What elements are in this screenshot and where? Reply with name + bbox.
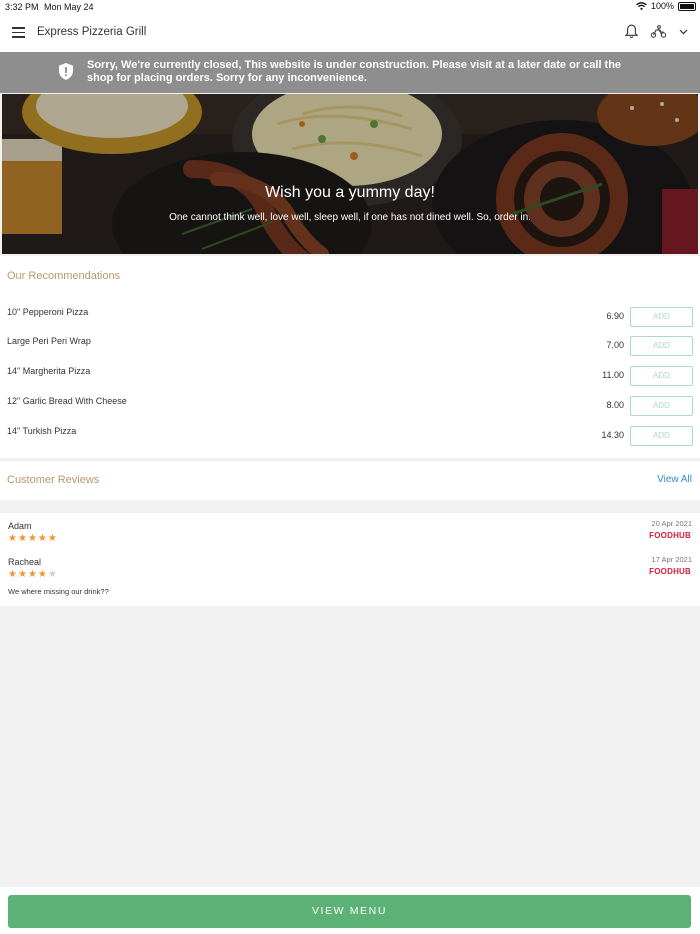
bottom-bar: VIEW MENU — [0, 887, 700, 934]
star-filled-icon: ★ — [27, 533, 37, 544]
item-price: 7.00 — [606, 340, 624, 350]
closed-notice-text: Sorry, We're currently closed, This webs… — [87, 59, 622, 84]
recommendation-item: 12" Garlic Bread With Cheese 8.00 ADD — [0, 396, 700, 424]
recommendations-title: Our Recommendations — [7, 270, 121, 282]
item-price: 14.30 — [601, 430, 624, 440]
hero-banner: Wish you a yummy day! One cannot think w… — [2, 94, 698, 254]
wifi-icon — [636, 2, 647, 10]
rating-stars: ★ ★ ★ ★ ★ — [8, 570, 57, 580]
reviews-list: Adam ★ ★ ★ ★ ★ 20 Apr 2021 FOODHUB Racheal ★… — [0, 513, 700, 606]
bell-icon[interactable] — [625, 24, 638, 39]
star-filled-icon: ★ — [37, 533, 47, 544]
status-right: 100% — [636, 1, 696, 11]
chevron-down-icon[interactable] — [679, 29, 688, 35]
add-button[interactable]: ADD — [630, 426, 693, 446]
menu-icon[interactable] — [12, 27, 25, 38]
add-button[interactable]: ADD — [630, 366, 693, 386]
review-comment: We where missing our drink?? — [8, 587, 109, 596]
recommendations-section: Our Recommendations 10" Pepperoni Pizza … — [0, 256, 700, 458]
rating-stars: ★ ★ ★ ★ ★ — [8, 534, 57, 544]
item-price: 6.90 — [606, 311, 624, 321]
closed-notice-banner: Sorry, We're currently closed, This webs… — [0, 52, 700, 93]
recommendation-item: 14" Turkish Pizza 14.30 ADD — [0, 426, 700, 454]
star-filled-icon: ★ — [47, 533, 57, 544]
restaurant-name: Express Pizzeria Grill — [37, 26, 147, 38]
star-filled-icon: ★ — [17, 569, 27, 580]
star-filled-icon: ★ — [8, 569, 17, 580]
item-price: 11.00 — [602, 370, 624, 380]
star-empty-icon: ★ — [47, 569, 57, 580]
add-button[interactable]: ADD — [630, 396, 693, 416]
view-all-link[interactable]: View All — [657, 474, 692, 485]
item-name: Large Peri Peri Wrap — [7, 336, 91, 346]
battery-percent: 100% — [650, 1, 674, 11]
recommendation-item: 14" Margherita Pizza 11.00 ADD — [0, 366, 700, 394]
add-button[interactable]: ADD — [630, 336, 693, 356]
add-button[interactable]: ADD — [630, 307, 693, 327]
header-actions — [625, 24, 688, 39]
foodhub-logo: FOODHUB — [649, 567, 691, 576]
reviews-header: Customer Reviews View All — [0, 461, 700, 500]
reviewer-name: Racheal — [8, 557, 42, 567]
hero-subline: One cannot think well, love well, sleep … — [169, 212, 531, 223]
item-name: 10" Pepperoni Pizza — [7, 307, 89, 317]
review-item: Racheal ★ ★ ★ ★ ★ 17 Apr 2021 FOODHUB We whe… — [0, 555, 700, 601]
status-date: Mon May 24 — [44, 2, 94, 12]
star-filled-icon: ★ — [27, 569, 37, 580]
review-date: 17 Apr 2021 — [651, 555, 692, 564]
item-price: 8.00 — [606, 400, 624, 410]
status-bar: 3:32 PM Mon May 24 100% — [0, 0, 700, 14]
star-filled-icon: ★ — [8, 533, 17, 544]
review-date: 20 Apr 2021 — [651, 519, 692, 528]
recommendation-item: 10" Pepperoni Pizza 6.90 ADD — [0, 307, 700, 335]
status-time: 3:32 PM — [5, 2, 39, 12]
app-header: Express Pizzeria Grill — [0, 14, 700, 52]
recommendation-item: Large Peri Peri Wrap 7.00 ADD — [0, 336, 700, 364]
battery-icon — [678, 1, 696, 11]
hero-headline: Wish you a yummy day! — [265, 184, 435, 201]
foodhub-logo: FOODHUB — [649, 531, 691, 540]
delivery-scooter-icon[interactable] — [650, 25, 667, 38]
star-filled-icon: ★ — [37, 569, 47, 580]
item-name: 14" Margherita Pizza — [7, 366, 91, 376]
hero-overlay — [2, 94, 698, 254]
reviews-title: Customer Reviews — [7, 474, 100, 486]
star-filled-icon: ★ — [17, 533, 27, 544]
reviewer-name: Adam — [8, 521, 32, 531]
item-name: 12" Garlic Bread With Cheese — [7, 396, 127, 406]
shield-alert-icon — [59, 63, 73, 80]
view-menu-button[interactable]: VIEW MENU — [8, 895, 691, 928]
item-name: 14" Turkish Pizza — [7, 426, 77, 436]
